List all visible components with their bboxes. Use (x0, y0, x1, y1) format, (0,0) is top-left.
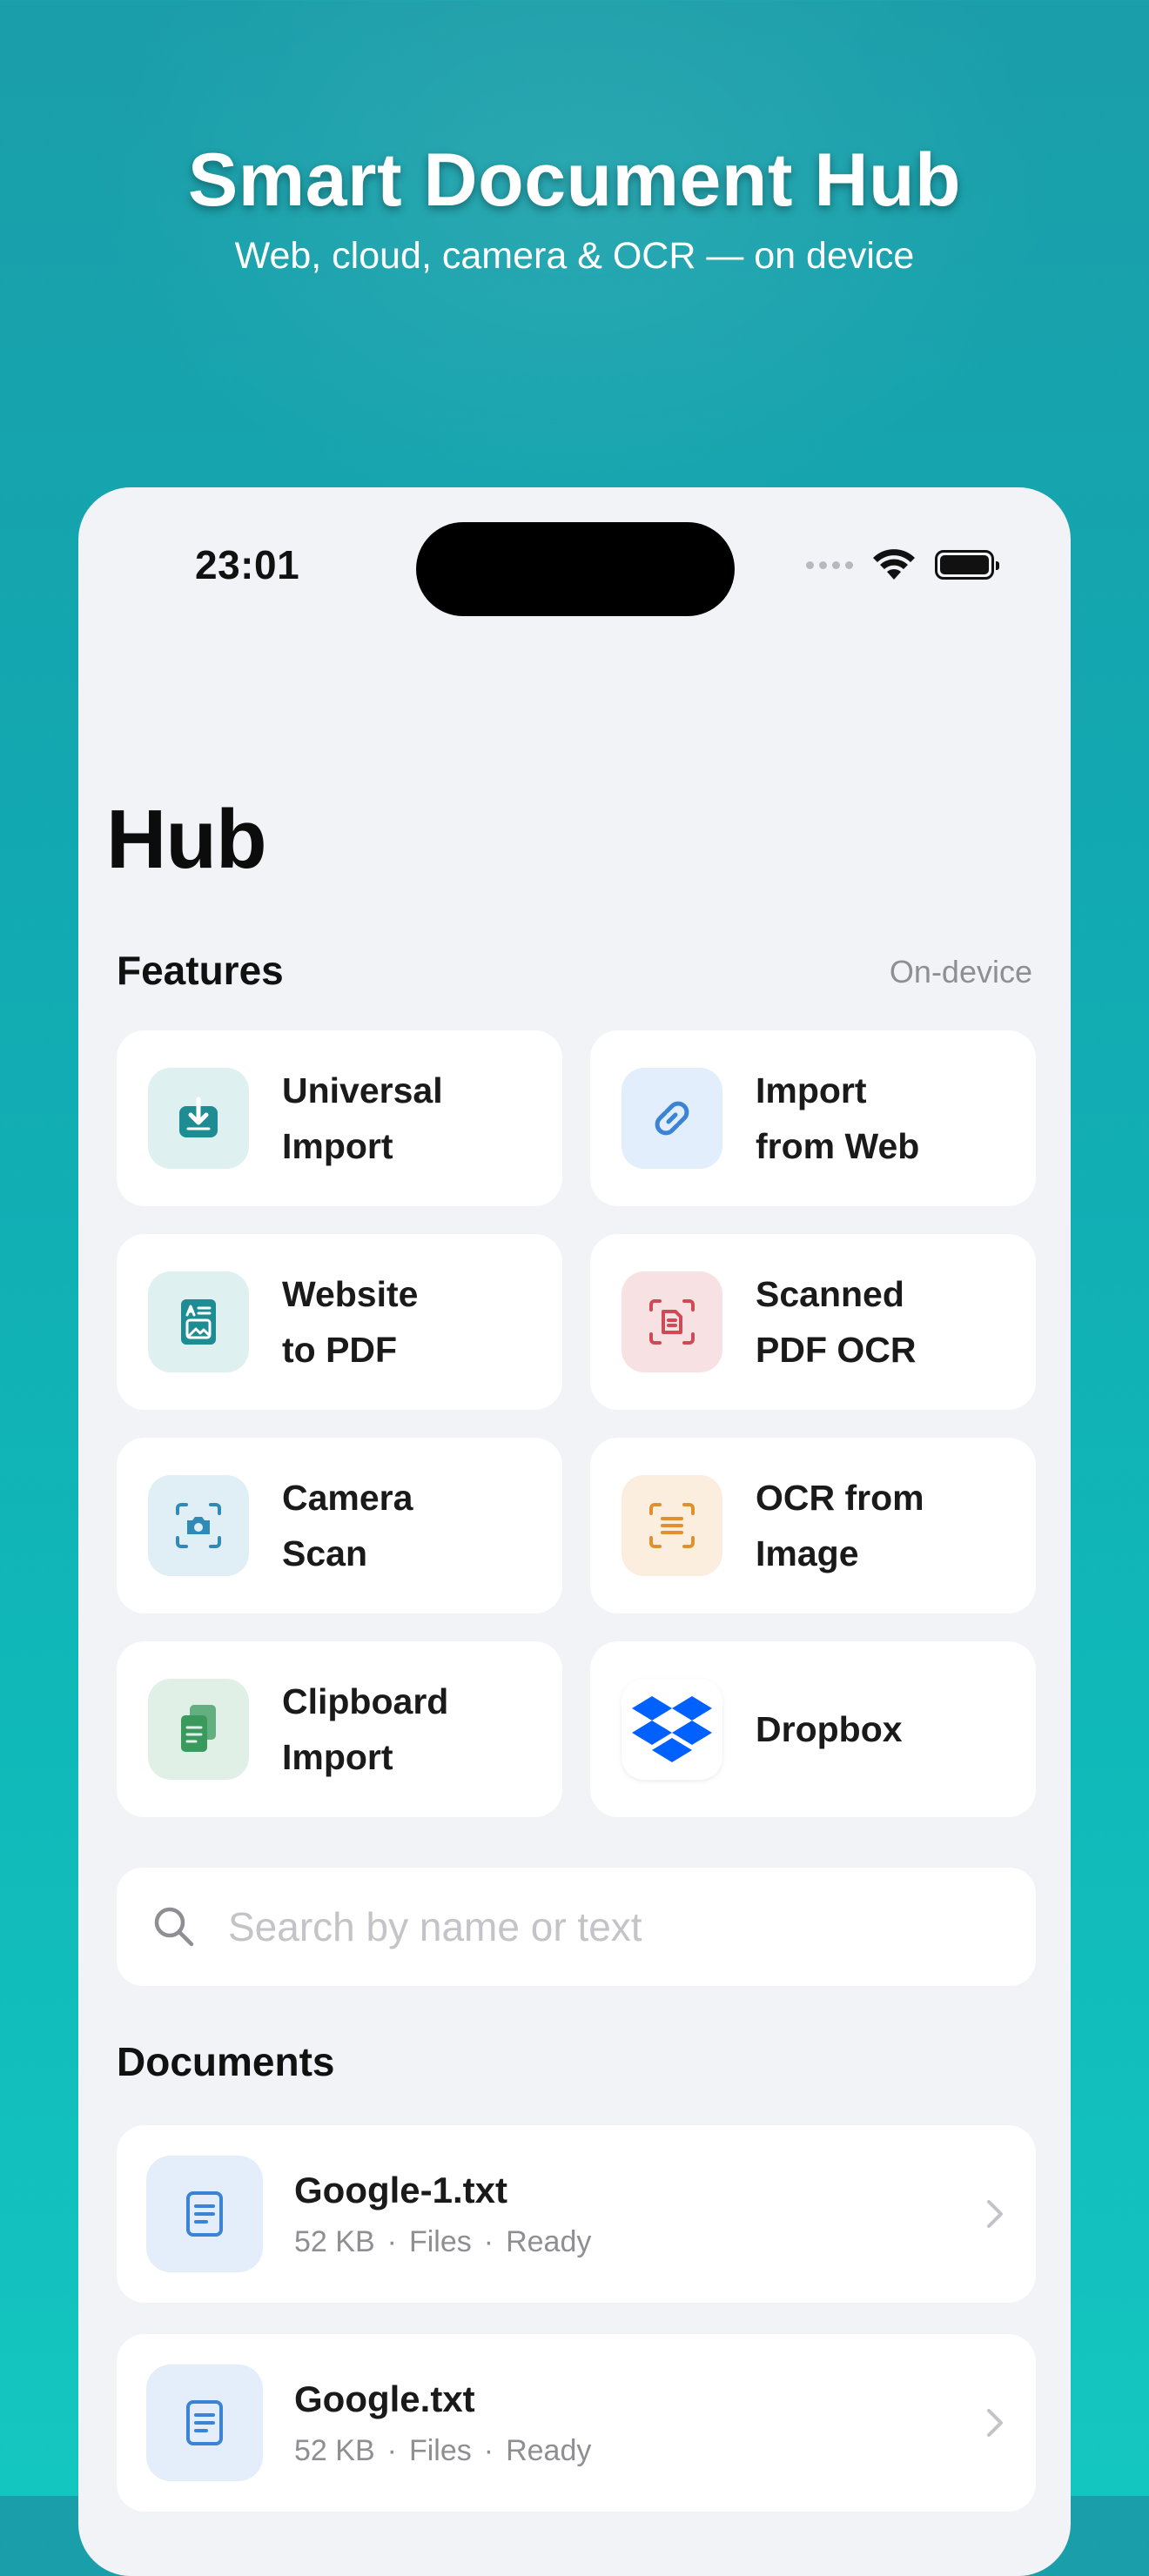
feature-dropbox[interactable]: Dropbox (590, 1641, 1036, 1817)
signal-dots-icon (806, 560, 853, 569)
feature-label: Scanned PDF OCR (756, 1274, 917, 1370)
document-meta: 52 KB · Files · Ready (294, 2224, 592, 2258)
document-meta: 52 KB · Files · Ready (294, 2433, 592, 2467)
chevron-right-icon (987, 2409, 1003, 2437)
feature-universal-import[interactable]: Universal Import (117, 1030, 562, 1206)
wifi-icon (873, 549, 915, 580)
chevron-right-icon (987, 2200, 1003, 2228)
feature-website-to-pdf[interactable]: Website to PDF (117, 1234, 562, 1410)
search-icon (154, 1907, 194, 1947)
hero-subtitle: Web, cloud, camera & OCR — on device (234, 235, 915, 277)
status-time: 23:01 (195, 542, 300, 587)
document-name: Google-1.txt (294, 2169, 508, 2210)
features-header: Features (117, 948, 284, 993)
feature-import-from-web[interactable]: Import from Web (590, 1030, 1036, 1206)
feature-scanned-pdf-ocr[interactable]: Scanned PDF OCR (590, 1234, 1036, 1410)
feature-label: Website to PDF (282, 1274, 419, 1370)
camera-scan-icon (148, 1475, 249, 1576)
page-title: Hub (106, 793, 267, 886)
document-status: Ready (506, 2433, 592, 2467)
document-row[interactable]: Google.txt 52 KB · Files · Ready (117, 2334, 1036, 2512)
document-row[interactable]: Google-1.txt 52 KB · Files · Ready (117, 2125, 1036, 2303)
document-size: 52 KB (294, 2433, 375, 2467)
document-name: Google.txt (294, 2378, 475, 2419)
feature-label: Universal Import (282, 1070, 443, 1166)
phone-screen: 23:01 Hub Features On-device Universal I… (78, 487, 1071, 2576)
document-source: Files (408, 2433, 472, 2467)
hero-title: Smart Document Hub (187, 138, 962, 222)
feature-label: Dropbox (756, 1709, 903, 1749)
dynamic-island (416, 522, 735, 616)
webpage-icon (148, 1271, 249, 1372)
text-file-icon (146, 2156, 263, 2272)
documents-header: Documents (117, 2039, 335, 2084)
feature-label: Clipboard Import (282, 1681, 449, 1777)
document-size: 52 KB (294, 2224, 375, 2258)
feature-ocr-from-image[interactable]: OCR from Image (590, 1438, 1036, 1613)
document-source: Files (408, 2224, 472, 2258)
scan-document-icon (622, 1271, 722, 1372)
text-scan-icon (622, 1475, 722, 1576)
search-input[interactable] (226, 1902, 996, 1951)
status-icons (806, 548, 999, 581)
feature-label: Import from Web (756, 1070, 920, 1166)
feature-camera-scan[interactable]: Camera Scan (117, 1438, 562, 1613)
feature-label: Camera Scan (282, 1478, 413, 1573)
search-bar[interactable] (117, 1868, 1036, 1986)
battery-icon (935, 550, 999, 580)
clipboard-icon (148, 1679, 249, 1780)
text-file-icon (146, 2365, 263, 2481)
download-tray-icon (148, 1068, 249, 1169)
feature-label: OCR from Image (756, 1478, 924, 1573)
dropbox-icon (622, 1679, 722, 1780)
on-device-badge: On-device (889, 954, 1032, 989)
document-status: Ready (506, 2224, 592, 2258)
feature-clipboard-import[interactable]: Clipboard Import (117, 1641, 562, 1817)
link-icon (622, 1068, 722, 1169)
features-grid: Universal Import Import from Web Website… (117, 1030, 1036, 1817)
